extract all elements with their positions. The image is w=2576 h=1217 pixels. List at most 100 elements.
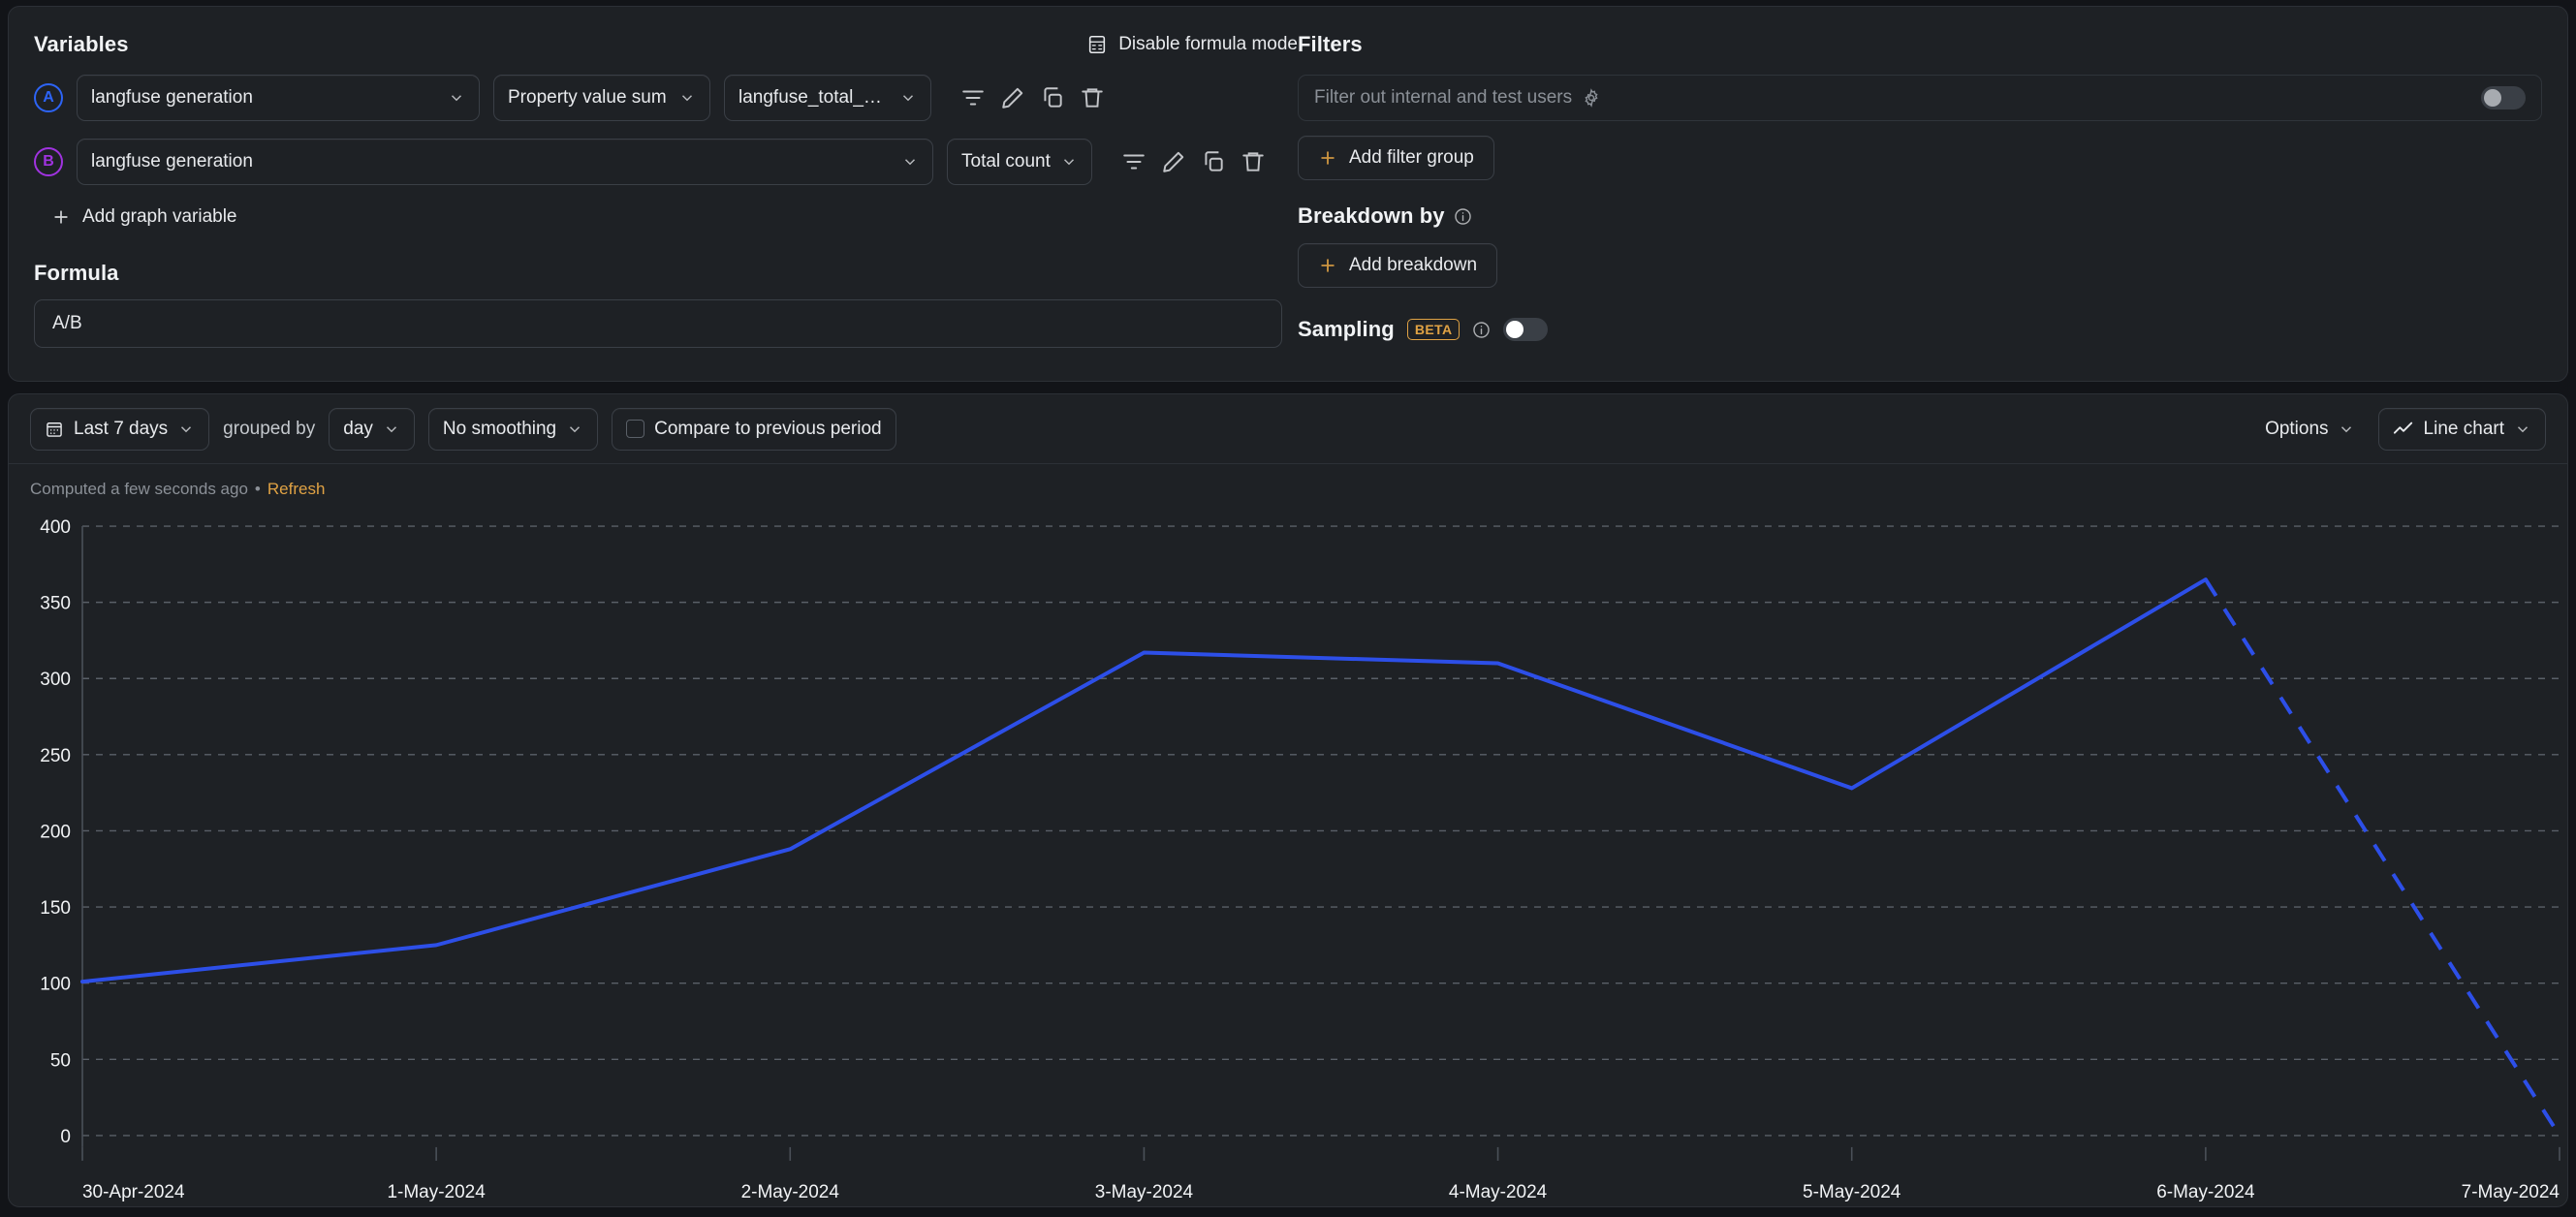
plus-icon (54, 210, 68, 224)
refresh-link[interactable]: Refresh (267, 480, 326, 499)
formula-value: A/B (52, 313, 82, 333)
y-axis-tick-label: 200 (40, 822, 71, 842)
add-breakdown-button[interactable]: Add breakdown (1298, 243, 1498, 288)
property-select-a[interactable]: langfuse_total_units (724, 75, 931, 121)
date-range-select[interactable]: Last 7 days (30, 407, 210, 451)
aggregation-select-b[interactable]: Total count (947, 139, 1092, 185)
variables-column: Variables A langfuse generation Property… (9, 7, 1298, 381)
x-axis-tick-label: 4-May-2024 (1449, 1182, 1548, 1202)
calendar-icon (47, 421, 62, 437)
add-graph-variable-button[interactable]: Add graph variable (51, 206, 1298, 228)
variable-a-actions (960, 85, 1105, 110)
series-line-dashed (2204, 577, 2561, 1137)
pencil-icon[interactable] (1161, 149, 1186, 174)
event-select-a[interactable]: langfuse generation (77, 75, 480, 121)
variable-b-actions (1121, 149, 1266, 174)
disable-formula-mode-button[interactable]: Disable formula mode (1086, 34, 1298, 55)
chevron-down-icon (451, 95, 462, 102)
event-select-b[interactable]: langfuse generation (77, 139, 933, 185)
trash-icon[interactable] (1241, 149, 1266, 174)
x-axis-tick-label: 30-Apr-2024 (82, 1182, 185, 1202)
plus-icon (1321, 151, 1335, 165)
formula-title: Formula (34, 261, 119, 285)
toggle-knob (2484, 89, 2501, 107)
beta-badge: BETA (1406, 319, 1461, 340)
sampling-toggle[interactable] (1503, 318, 1549, 341)
internal-users-toggle[interactable] (2481, 86, 2526, 109)
chart-type-label: Line chart (2423, 418, 2504, 439)
filters-column: Filters Filter out internal and test use… (1298, 7, 2567, 381)
disable-formula-mode-label: Disable formula mode (1118, 34, 1298, 54)
toggle-knob (1506, 321, 1524, 338)
filter-icon[interactable] (1121, 149, 1147, 174)
grouped-by-label: grouped by (223, 418, 316, 439)
y-axis-tick-label: 150 (40, 898, 71, 919)
chevron-down-icon (570, 425, 581, 432)
smoothing-label: No smoothing (442, 418, 557, 439)
info-icon[interactable] (1454, 207, 1472, 226)
aggregation-select-a[interactable]: Property value sum (493, 75, 710, 121)
chevron-down-icon (2517, 425, 2529, 432)
variable-badge-b: B (34, 147, 63, 176)
add-breakdown-label: Add breakdown (1349, 255, 1478, 275)
smoothing-select[interactable]: No smoothing (427, 407, 599, 451)
series-line-solid (80, 577, 2208, 984)
analytics-page: Variables A langfuse generation Property… (0, 0, 2576, 1217)
sampling-title: Sampling (1298, 317, 1395, 341)
internal-users-filter-row: Filter out internal and test users (1298, 75, 2542, 121)
chevron-down-icon (181, 425, 192, 432)
duplicate-icon[interactable] (1201, 149, 1226, 174)
chart-plot-area[interactable]: 0 50 100 150 200 250 300 350 400 30-Apr-2024 1-May… (9, 515, 2567, 1206)
x-axis-tick-label: 3-May-2024 (1095, 1182, 1194, 1202)
gear-icon[interactable] (1582, 88, 1601, 108)
y-axis-tick-label: 50 (50, 1050, 71, 1071)
add-filter-group-label: Add filter group (1349, 147, 1474, 168)
y-axis-tick-label: 300 (40, 670, 71, 690)
status-separator: • (254, 480, 261, 498)
line-chart-svg: 0 50 100 150 200 250 300 350 400 30-Apr-2024 1-May… (40, 517, 2561, 1202)
chart-type-select[interactable]: Line chart (2377, 407, 2546, 451)
plus-icon (1321, 259, 1335, 272)
formula-section: Formula A/B (34, 261, 1282, 348)
filter-icon[interactable] (960, 85, 986, 110)
add-graph-variable-label: Add graph variable (82, 206, 237, 227)
x-axis-tick-label: 7-May-2024 (2462, 1182, 2560, 1202)
variable-row-a: A langfuse generation Property value sum… (34, 75, 1298, 121)
pencil-icon[interactable] (1000, 85, 1025, 110)
compare-checkbox[interactable] (626, 420, 645, 438)
y-axis-tick-label: 400 (40, 517, 71, 538)
y-axis-tick-label: 100 (40, 975, 71, 995)
y-axis-tick-label: 250 (40, 746, 71, 766)
trash-icon[interactable] (1080, 85, 1105, 110)
event-select-b-label: langfuse generation (91, 151, 253, 172)
y-axis-tick-label: 350 (40, 594, 71, 614)
duplicate-icon[interactable] (1040, 85, 1065, 110)
add-filter-group-button[interactable]: Add filter group (1298, 136, 1494, 180)
compare-previous-period-toggle[interactable]: Compare to previous period (612, 407, 896, 451)
chevron-down-icon (2340, 425, 2351, 432)
formula-input[interactable]: A/B (34, 299, 1282, 348)
info-icon[interactable] (1472, 321, 1491, 339)
chevron-down-icon (681, 95, 693, 102)
chart-toolbar: Last 7 days grouped by day No smoothing … (9, 394, 2567, 464)
chevron-down-icon (1063, 159, 1075, 166)
property-select-a-label: langfuse_total_units (738, 87, 890, 108)
chevron-down-icon (902, 95, 914, 102)
variable-badge-a: A (34, 83, 63, 112)
x-axis-tick-label: 1-May-2024 (387, 1182, 486, 1202)
filters-title: Filters (1298, 32, 1363, 56)
options-label: Options (2265, 418, 2329, 439)
group-interval-label: day (343, 418, 373, 439)
query-config-panel: Variables A langfuse generation Property… (8, 6, 2568, 382)
event-select-a-label: langfuse generation (91, 87, 253, 108)
chart-panel: Last 7 days grouped by day No smoothing … (8, 393, 2568, 1207)
group-interval-select[interactable]: day (329, 407, 415, 451)
internal-users-filter-label: Filter out internal and test users (1314, 87, 1573, 108)
breakdown-header: Breakdown by (1298, 203, 2542, 229)
x-axis-tick-label: 5-May-2024 (1803, 1182, 1901, 1202)
variable-row-b: B langfuse generation Total count (34, 139, 1298, 185)
aggregation-select-a-label: Property value sum (508, 87, 667, 108)
date-range-label: Last 7 days (74, 418, 169, 439)
y-axis-tick-label: 0 (60, 1127, 71, 1147)
options-button[interactable]: Options (2255, 419, 2364, 440)
